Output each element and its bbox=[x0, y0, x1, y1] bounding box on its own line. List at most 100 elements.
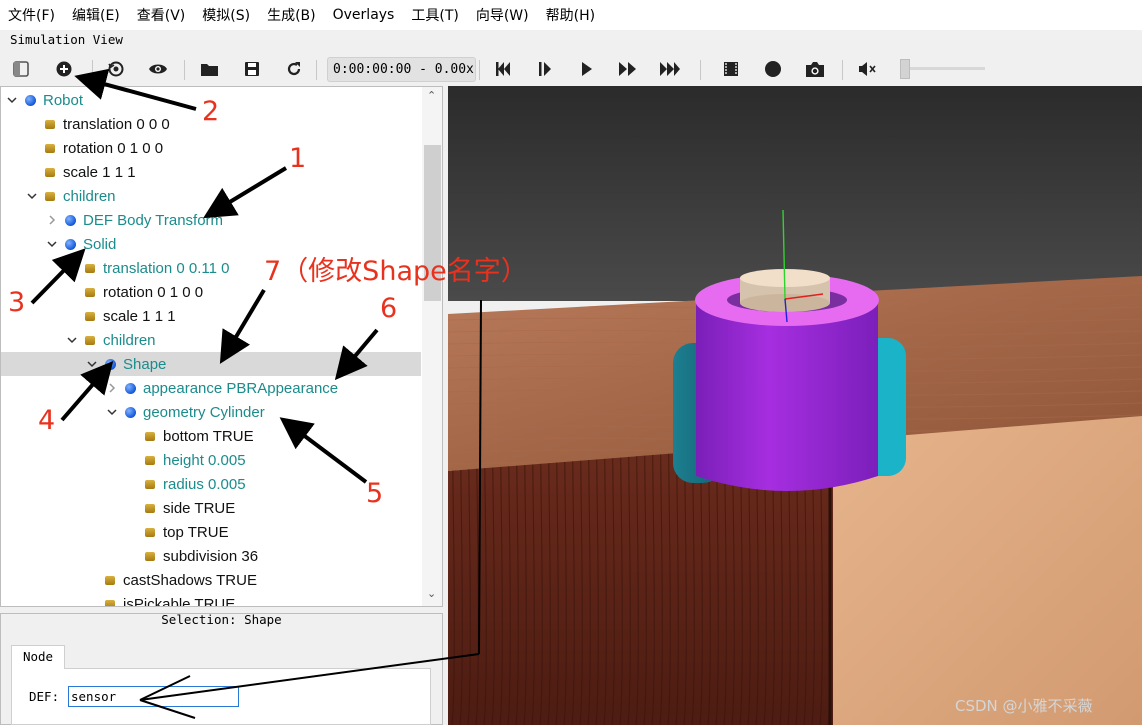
scroll-down-icon[interactable]: ⌄ bbox=[427, 587, 436, 600]
field-icon bbox=[105, 600, 115, 606]
tree-row-label: Solid bbox=[83, 235, 117, 253]
tree-node-row[interactable]: Shape bbox=[1, 352, 421, 376]
tree-node-row[interactable]: geometry Cylinder bbox=[1, 400, 421, 424]
chevron-down-icon[interactable] bbox=[87, 359, 97, 369]
scene-tree: isPickable TRUE castShadows TRUE subdivisi… bbox=[0, 86, 443, 607]
tree-field-row[interactable]: height 0.005 bbox=[1, 448, 421, 472]
annotation-number-2: 2 bbox=[202, 96, 220, 127]
tree-field-row[interactable]: top TRUE bbox=[1, 520, 421, 544]
node-icon bbox=[125, 407, 136, 418]
field-icon bbox=[85, 264, 95, 273]
open-folder-icon[interactable] bbox=[197, 58, 221, 80]
def-label: DEF: bbox=[29, 689, 60, 704]
chevron-down-icon[interactable] bbox=[67, 335, 77, 345]
tree-field-row[interactable]: rotation 0 1 0 0 bbox=[1, 136, 421, 160]
tree-row-label: children bbox=[63, 187, 116, 205]
annotation-number-4: 4 bbox=[38, 405, 56, 436]
tree-field-row[interactable]: children bbox=[1, 328, 421, 352]
tree-field-row[interactable]: side TRUE bbox=[1, 496, 421, 520]
record-movie-icon[interactable] bbox=[719, 58, 743, 80]
annotation-number-6: 6 bbox=[380, 293, 398, 324]
add-node-icon[interactable] bbox=[52, 58, 76, 80]
chevron-right-icon[interactable] bbox=[107, 383, 117, 393]
field-icon bbox=[145, 504, 155, 513]
tree-field-row[interactable]: castShadows TRUE bbox=[1, 568, 421, 592]
fastest-icon[interactable] bbox=[658, 58, 682, 80]
tree-row-label: bottom TRUE bbox=[163, 427, 254, 445]
menu-item-1[interactable]: 编辑(E) bbox=[72, 5, 120, 25]
toggle-panel-icon[interactable] bbox=[9, 58, 33, 80]
menubar: 文件(F) 编辑(E) 查看(V) 模拟(S) 生成(B) Overlays 工具(T) 向导… bbox=[0, 0, 1142, 30]
tree-field-row[interactable]: radius 0.005 bbox=[1, 472, 421, 496]
menu-item-8[interactable]: 帮助(H) bbox=[546, 5, 595, 25]
chevron-down-icon[interactable] bbox=[27, 191, 37, 201]
tree-node-row[interactable]: DEF Body Transform bbox=[1, 208, 421, 232]
simulation-view-title: Simulation View bbox=[10, 32, 123, 47]
chevron-down-icon[interactable] bbox=[107, 407, 117, 417]
tree-row-label: translation 0 0 0 bbox=[63, 115, 170, 133]
3d-view[interactable] bbox=[448, 86, 1142, 725]
save-icon[interactable] bbox=[240, 58, 264, 80]
scroll-up-icon[interactable]: ⌃ bbox=[427, 89, 436, 102]
tree-row-label: scale 1 1 1 bbox=[63, 163, 136, 181]
tree-row-label: side TRUE bbox=[163, 499, 236, 517]
reload-icon[interactable] bbox=[282, 58, 306, 80]
field-icon bbox=[85, 336, 95, 345]
mute-icon[interactable] bbox=[855, 58, 879, 80]
tree-field-row[interactable]: subdivision 36 bbox=[1, 544, 421, 568]
view-reset-icon[interactable] bbox=[104, 58, 128, 80]
record-icon[interactable] bbox=[761, 58, 785, 80]
chevron-down-icon[interactable] bbox=[7, 95, 17, 105]
tree-field-row[interactable]: isPickable TRUE bbox=[1, 592, 421, 606]
step-back-icon[interactable] bbox=[491, 58, 515, 80]
tab-node[interactable]: Node bbox=[11, 645, 65, 669]
tree-row-label: Shape bbox=[123, 355, 167, 373]
menu-item-6[interactable]: 工具(T) bbox=[411, 5, 458, 25]
tree-field-row[interactable]: scale 1 1 1 bbox=[1, 160, 421, 184]
node-icon bbox=[25, 95, 36, 106]
field-icon bbox=[145, 552, 155, 561]
field-icon bbox=[145, 480, 155, 489]
menu-item-5[interactable]: Overlays bbox=[333, 7, 395, 23]
field-icon bbox=[105, 576, 115, 585]
tree-row-label: castShadows TRUE bbox=[123, 571, 257, 589]
tree-row-label: scale 1 1 1 bbox=[103, 307, 176, 325]
fast-forward-icon[interactable] bbox=[616, 58, 640, 80]
menu-item-0[interactable]: 文件(F) bbox=[8, 5, 55, 25]
tree-row-label: subdivision 36 bbox=[163, 547, 259, 565]
tree-row-label: translation 0 0.11 0 bbox=[103, 259, 230, 277]
field-icon bbox=[145, 456, 155, 465]
tree-node-row[interactable]: appearance PBRAppearance bbox=[1, 376, 421, 400]
menu-item-7[interactable]: 向导(W) bbox=[476, 5, 529, 25]
menu-item-2[interactable]: 查看(V) bbox=[137, 5, 186, 25]
tree-field-row[interactable]: children bbox=[1, 184, 421, 208]
tree-field-row[interactable]: scale 1 1 1 bbox=[1, 304, 421, 328]
def-input[interactable]: sensor bbox=[68, 686, 239, 707]
tree-row-label: top TRUE bbox=[163, 523, 229, 541]
annotation-number-7: 7（修改Shape名字） bbox=[264, 256, 528, 287]
field-icon bbox=[145, 432, 155, 441]
node-icon bbox=[65, 215, 76, 226]
screenshot-icon[interactable] bbox=[803, 58, 827, 80]
field-icon bbox=[85, 312, 95, 321]
tree-row-label: geometry Cylinder bbox=[143, 403, 265, 421]
tree-field-row[interactable]: bottom TRUE bbox=[1, 424, 421, 448]
tree-row-label: appearance PBRAppearance bbox=[143, 379, 339, 397]
node-icon bbox=[125, 383, 136, 394]
menu-item-4[interactable]: 生成(B) bbox=[267, 5, 316, 25]
volume-slider[interactable] bbox=[900, 59, 985, 79]
tree-row-label: DEF Body Transform bbox=[83, 211, 224, 229]
annotation-number-3: 3 bbox=[8, 287, 26, 318]
volume-slider-thumb[interactable] bbox=[900, 59, 910, 79]
chevron-down-icon[interactable] bbox=[47, 239, 57, 249]
field-icon bbox=[45, 168, 55, 177]
step-icon[interactable] bbox=[533, 58, 557, 80]
tree-row-label: rotation 0 1 0 0 bbox=[103, 283, 204, 301]
play-icon[interactable] bbox=[575, 58, 599, 80]
scene-tree-scrollbar[interactable]: ⌃ ⌄ bbox=[422, 87, 442, 606]
annotation-number-5: 5 bbox=[366, 478, 384, 509]
menu-item-3[interactable]: 模拟(S) bbox=[202, 5, 250, 25]
chevron-right-icon[interactable] bbox=[47, 215, 57, 225]
eye-icon[interactable] bbox=[146, 58, 170, 80]
node-icon bbox=[105, 359, 116, 370]
